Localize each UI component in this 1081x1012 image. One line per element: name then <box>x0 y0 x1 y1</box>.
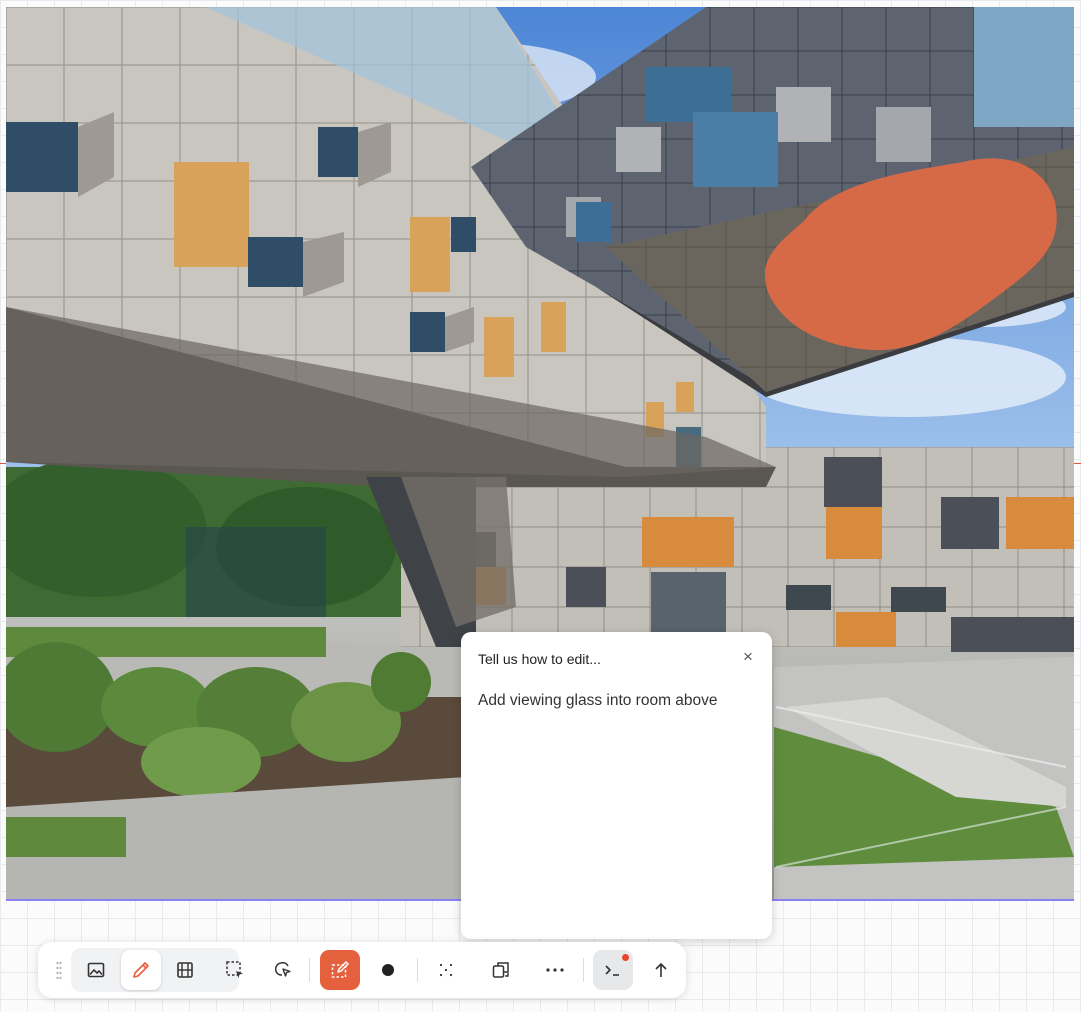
submit-button[interactable] <box>641 950 681 990</box>
toolbar-divider <box>583 958 584 982</box>
copy-transform-icon <box>492 962 509 978</box>
close-icon[interactable]: × <box>740 648 756 665</box>
pencil-icon <box>133 962 149 978</box>
brush-dot-icon <box>382 964 394 976</box>
toolbar-divider <box>309 958 310 982</box>
image-mode-button[interactable] <box>76 950 116 990</box>
marquee-select-icon <box>226 961 243 978</box>
mask-overlay[interactable] <box>763 152 1059 352</box>
edit-prompt-dialog: Tell us how to edit... × Add viewing gla… <box>461 632 772 939</box>
dialog-title: Tell us how to edit... <box>478 651 601 667</box>
toolbar-divider <box>417 958 418 982</box>
draw-mode-button[interactable] <box>121 950 161 990</box>
bottom-toolbar <box>38 942 686 998</box>
lasso-select-button[interactable] <box>263 950 303 990</box>
drag-handle-icon[interactable] <box>56 961 62 979</box>
brush-size-button[interactable] <box>368 950 408 990</box>
notification-dot <box>622 954 629 961</box>
more-icon <box>546 968 564 972</box>
video-mode-button[interactable] <box>165 950 205 990</box>
film-icon <box>177 962 193 978</box>
image-icon <box>87 962 105 978</box>
mask-edit-button[interactable] <box>320 950 360 990</box>
copy-transform-button[interactable] <box>481 950 521 990</box>
scatter-tool-button[interactable] <box>426 950 466 990</box>
upload-arrow-icon <box>655 963 667 977</box>
marquee-select-button[interactable] <box>215 950 255 990</box>
lasso-select-icon <box>274 962 291 977</box>
scatter-icon <box>439 963 453 977</box>
more-options-button[interactable] <box>535 950 575 990</box>
edit-prompt-input[interactable]: Add viewing glass into room above <box>478 692 758 912</box>
mask-edit-icon <box>331 961 349 978</box>
terminal-icon <box>605 965 619 976</box>
console-button[interactable] <box>593 950 633 990</box>
